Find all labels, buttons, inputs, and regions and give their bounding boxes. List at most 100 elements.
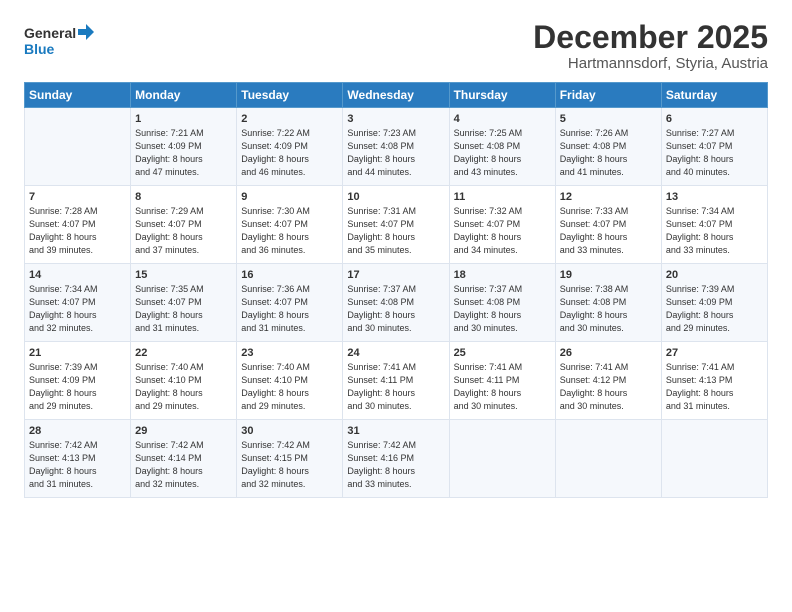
day-number: 15 bbox=[135, 269, 232, 281]
day-info: Sunrise: 7:32 AM Sunset: 4:07 PM Dayligh… bbox=[454, 205, 551, 257]
day-info: Sunrise: 7:33 AM Sunset: 4:07 PM Dayligh… bbox=[560, 205, 657, 257]
col-friday: Friday bbox=[555, 83, 661, 108]
table-row: 27Sunrise: 7:41 AM Sunset: 4:13 PM Dayli… bbox=[661, 342, 767, 420]
table-row: 19Sunrise: 7:38 AM Sunset: 4:08 PM Dayli… bbox=[555, 264, 661, 342]
svg-text:General: General bbox=[24, 25, 76, 41]
day-info: Sunrise: 7:23 AM Sunset: 4:08 PM Dayligh… bbox=[347, 127, 444, 179]
table-row: 25 Sunrise: 7:41 AM Sunset: 4:11 PM Dayli… bbox=[449, 342, 555, 420]
day-number: 3 bbox=[347, 113, 444, 125]
title-block: December 2025 Hartmannsdorf, Styria, Aus… bbox=[533, 20, 768, 72]
day-number: 25 bbox=[454, 347, 551, 359]
day-info: Sunrise: 7:41 AM Sunset: 4:11 PM Dayligh… bbox=[454, 361, 551, 413]
day-number: 4 bbox=[454, 113, 551, 125]
day-info: Sunrise: 7:31 AM Sunset: 4:07 PM Dayligh… bbox=[347, 205, 444, 257]
day-number: 10 bbox=[347, 191, 444, 203]
day-info: Sunrise: 7:42 AM Sunset: 4:16 PM Dayligh… bbox=[347, 439, 444, 491]
day-info: Sunrise: 7:41 AM Sunset: 4:13 PM Dayligh… bbox=[666, 361, 763, 413]
table-row bbox=[25, 108, 131, 186]
day-number: 23 bbox=[241, 347, 338, 359]
day-number: 21 bbox=[29, 347, 126, 359]
col-sunday: Sunday bbox=[25, 83, 131, 108]
day-number: 6 bbox=[666, 113, 763, 125]
table-row: 21 Sunrise: 7:39 AM Sunset: 4:09 PM Dayli… bbox=[25, 342, 131, 420]
day-number: 20 bbox=[666, 269, 763, 281]
day-number: 29 bbox=[135, 425, 232, 437]
table-row: 15Sunrise: 7:35 AM Sunset: 4:07 PM Dayli… bbox=[131, 264, 237, 342]
table-row: 24 Sunrise: 7:41 AM Sunset: 4:11 PM Dayli… bbox=[343, 342, 449, 420]
table-row: 4 Sunrise: 7:25 AM Sunset: 4:08 PM Daylig… bbox=[449, 108, 555, 186]
day-info: Sunrise: 7:39 AM Sunset: 4:09 PM Dayligh… bbox=[29, 361, 126, 413]
day-info: Sunrise: 7:42 AM Sunset: 4:13 PM Dayligh… bbox=[29, 439, 126, 491]
day-info: Sunrise: 7:34 AM Sunset: 4:07 PM Dayligh… bbox=[29, 283, 126, 335]
day-number: 5 bbox=[560, 113, 657, 125]
day-info: Sunrise: 7:41 AM Sunset: 4:11 PM Dayligh… bbox=[347, 361, 444, 413]
day-number: 9 bbox=[241, 191, 338, 203]
table-row: 8 Sunrise: 7:29 AM Sunset: 4:07 PM Daylig… bbox=[131, 186, 237, 264]
table-row: 2Sunrise: 7:22 AM Sunset: 4:09 PM Daylig… bbox=[237, 108, 343, 186]
month-title: December 2025 bbox=[533, 20, 768, 55]
logo: General Blue bbox=[24, 20, 94, 60]
table-row: 29 Sunrise: 7:42 AM Sunset: 4:14 PM Dayli… bbox=[131, 420, 237, 498]
table-row: 17Sunrise: 7:37 AM Sunset: 4:08 PM Dayli… bbox=[343, 264, 449, 342]
day-info: Sunrise: 7:42 AM Sunset: 4:15 PM Dayligh… bbox=[241, 439, 338, 491]
day-number: 18 bbox=[454, 269, 551, 281]
week-row-3: 21 Sunrise: 7:39 AM Sunset: 4:09 PM Dayli… bbox=[25, 342, 768, 420]
day-info: Sunrise: 7:26 AM Sunset: 4:08 PM Dayligh… bbox=[560, 127, 657, 179]
day-info: Sunrise: 7:40 AM Sunset: 4:10 PM Dayligh… bbox=[135, 361, 232, 413]
day-number: 14 bbox=[29, 269, 126, 281]
calendar-table: Sunday Monday Tuesday Wednesday Thursday… bbox=[24, 82, 768, 498]
table-row: 10 Sunrise: 7:31 AM Sunset: 4:07 PM Dayli… bbox=[343, 186, 449, 264]
table-row bbox=[661, 420, 767, 498]
day-info: Sunrise: 7:27 AM Sunset: 4:07 PM Dayligh… bbox=[666, 127, 763, 179]
day-info: Sunrise: 7:29 AM Sunset: 4:07 PM Dayligh… bbox=[135, 205, 232, 257]
table-row: 14 Sunrise: 7:34 AM Sunset: 4:07 PM Dayli… bbox=[25, 264, 131, 342]
day-info: Sunrise: 7:40 AM Sunset: 4:10 PM Dayligh… bbox=[241, 361, 338, 413]
table-row: 7 Sunrise: 7:28 AM Sunset: 4:07 PM Daylig… bbox=[25, 186, 131, 264]
page: General Blue December 2025 Hartmannsdorf… bbox=[0, 0, 792, 612]
svg-text:Blue: Blue bbox=[24, 41, 55, 57]
day-info: Sunrise: 7:36 AM Sunset: 4:07 PM Dayligh… bbox=[241, 283, 338, 335]
day-number: 2 bbox=[241, 113, 338, 125]
day-number: 22 bbox=[135, 347, 232, 359]
day-info: Sunrise: 7:21 AM Sunset: 4:09 PM Dayligh… bbox=[135, 127, 232, 179]
day-number: 12 bbox=[560, 191, 657, 203]
day-number: 11 bbox=[454, 191, 551, 203]
day-number: 8 bbox=[135, 191, 232, 203]
day-number: 17 bbox=[347, 269, 444, 281]
col-wednesday: Wednesday bbox=[343, 83, 449, 108]
table-row: 13 Sunrise: 7:34 AM Sunset: 4:07 PM Dayli… bbox=[661, 186, 767, 264]
table-row: 3 Sunrise: 7:23 AM Sunset: 4:08 PM Daylig… bbox=[343, 108, 449, 186]
table-row: 12 Sunrise: 7:33 AM Sunset: 4:07 PM Dayli… bbox=[555, 186, 661, 264]
week-row-4: 28Sunrise: 7:42 AM Sunset: 4:13 PM Dayli… bbox=[25, 420, 768, 498]
table-row: 28Sunrise: 7:42 AM Sunset: 4:13 PM Dayli… bbox=[25, 420, 131, 498]
day-number: 1 bbox=[135, 113, 232, 125]
day-number: 13 bbox=[666, 191, 763, 203]
calendar-body: 1 Sunrise: 7:21 AM Sunset: 4:09 PM Daylig… bbox=[25, 108, 768, 498]
day-info: Sunrise: 7:28 AM Sunset: 4:07 PM Dayligh… bbox=[29, 205, 126, 257]
day-info: Sunrise: 7:25 AM Sunset: 4:08 PM Dayligh… bbox=[454, 127, 551, 179]
day-info: Sunrise: 7:38 AM Sunset: 4:08 PM Dayligh… bbox=[560, 283, 657, 335]
day-number: 26 bbox=[560, 347, 657, 359]
day-number: 31 bbox=[347, 425, 444, 437]
day-number: 16 bbox=[241, 269, 338, 281]
day-number: 24 bbox=[347, 347, 444, 359]
logo-svg: General Blue bbox=[24, 20, 94, 60]
table-row bbox=[555, 420, 661, 498]
table-row: 18 Sunrise: 7:37 AM Sunset: 4:08 PM Dayli… bbox=[449, 264, 555, 342]
col-thursday: Thursday bbox=[449, 83, 555, 108]
table-row bbox=[449, 420, 555, 498]
header: General Blue December 2025 Hartmannsdorf… bbox=[24, 20, 768, 72]
location-subtitle: Hartmannsdorf, Styria, Austria bbox=[533, 55, 768, 72]
day-number: 7 bbox=[29, 191, 126, 203]
header-row: Sunday Monday Tuesday Wednesday Thursday… bbox=[25, 83, 768, 108]
day-info: Sunrise: 7:41 AM Sunset: 4:12 PM Dayligh… bbox=[560, 361, 657, 413]
col-saturday: Saturday bbox=[661, 83, 767, 108]
day-info: Sunrise: 7:42 AM Sunset: 4:14 PM Dayligh… bbox=[135, 439, 232, 491]
table-row: 23 Sunrise: 7:40 AM Sunset: 4:10 PM Dayli… bbox=[237, 342, 343, 420]
day-info: Sunrise: 7:37 AM Sunset: 4:08 PM Dayligh… bbox=[454, 283, 551, 335]
week-row-1: 7 Sunrise: 7:28 AM Sunset: 4:07 PM Daylig… bbox=[25, 186, 768, 264]
day-info: Sunrise: 7:34 AM Sunset: 4:07 PM Dayligh… bbox=[666, 205, 763, 257]
table-row: 9Sunrise: 7:30 AM Sunset: 4:07 PM Daylig… bbox=[237, 186, 343, 264]
table-row: 20Sunrise: 7:39 AM Sunset: 4:09 PM Dayli… bbox=[661, 264, 767, 342]
table-row: 6 Sunrise: 7:27 AM Sunset: 4:07 PM Daylig… bbox=[661, 108, 767, 186]
